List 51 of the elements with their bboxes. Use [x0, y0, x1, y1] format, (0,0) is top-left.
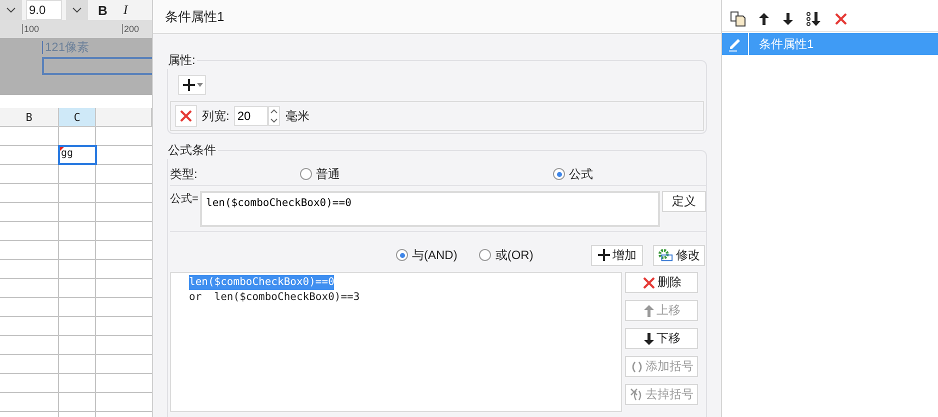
field-label: 公式=	[170, 192, 198, 207]
up-arrow-icon	[758, 12, 770, 26]
add-button[interactable]: 增加	[591, 244, 643, 266]
down-arrow-icon	[782, 12, 794, 26]
field-label: 类型:	[170, 166, 198, 182]
spinner[interactable]	[268, 106, 280, 126]
field-label: 列宽:	[202, 108, 230, 124]
dropdown-button[interactable]	[66, 0, 88, 20]
dialog-title: 条件属性1	[153, 0, 721, 34]
define-button[interactable]: 定义	[662, 191, 706, 212]
action-button[interactable]: 下移	[625, 328, 698, 349]
italic-button[interactable]: I	[117, 2, 134, 18]
ruler-label: 100	[22, 24, 40, 34]
active-cell[interactable]: gg	[58, 145, 97, 165]
radio-option[interactable]: 与(AND)	[396, 246, 458, 264]
copy-icon[interactable]	[730, 11, 746, 27]
up-icon	[270, 109, 278, 114]
bold-button[interactable]: B	[92, 2, 114, 18]
number-field[interactable]: 20	[234, 106, 268, 126]
move-bottom-icon[interactable]	[806, 11, 822, 27]
column-header[interactable]: C	[59, 108, 96, 126]
formula-field[interactable]: len($comboCheckBox0)==0	[200, 191, 660, 227]
radio-option[interactable]: 或(OR)	[479, 246, 534, 264]
caret-icon	[6, 7, 16, 13]
plus-icon	[598, 249, 610, 261]
caret-icon	[196, 83, 202, 87]
ruler-label: 200	[122, 24, 140, 34]
radio-option[interactable]: 普通	[300, 166, 553, 182]
bracket-icon	[630, 360, 644, 374]
font-size-field[interactable]: 9.0	[26, 0, 62, 20]
up-arrow-icon	[642, 304, 654, 318]
remove-bracket-icon	[630, 388, 644, 402]
delete-icon	[179, 109, 193, 123]
condition-item[interactable]: or len($comboCheckBox0)==3	[189, 290, 360, 305]
modify-button[interactable]: 修改	[653, 244, 705, 266]
add-menu-button[interactable]	[178, 75, 206, 95]
pencil-icon	[727, 36, 743, 52]
radio-option[interactable]: 公式	[553, 166, 593, 182]
section-title: 公式条件	[167, 142, 217, 159]
dropdown-button[interactable]	[0, 0, 22, 20]
unit-label: 毫米	[285, 108, 310, 124]
size-label: 121像素	[42, 41, 90, 54]
section-title: 属性:	[167, 52, 196, 69]
delete-button[interactable]	[175, 105, 197, 127]
delete-icon	[834, 12, 848, 26]
caret-icon	[72, 7, 82, 13]
delete-icon	[642, 276, 656, 290]
action-button[interactable]: 删除	[625, 272, 698, 293]
plus-icon	[182, 78, 196, 92]
down-icon	[270, 118, 278, 123]
down-arrow-icon	[642, 332, 654, 346]
